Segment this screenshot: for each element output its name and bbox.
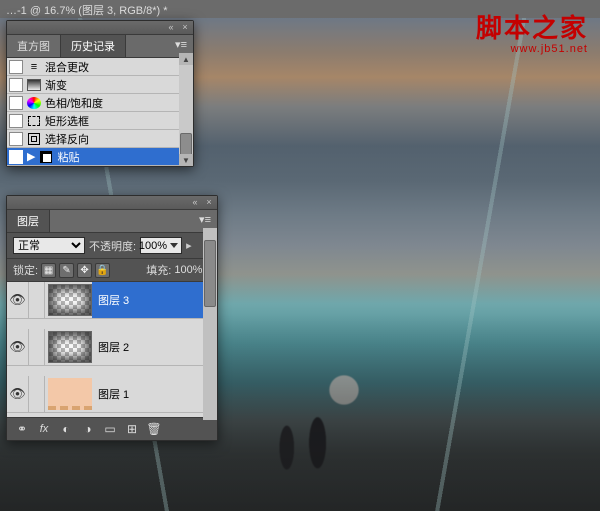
layer-thumbnail[interactable] bbox=[48, 331, 92, 363]
visibility-icon[interactable]: 👁 bbox=[7, 282, 29, 318]
collapse-icon[interactable]: « bbox=[166, 23, 176, 33]
collapse-icon[interactable]: « bbox=[190, 198, 200, 208]
history-item[interactable]: ≡ 混合更改 bbox=[7, 58, 193, 76]
layer-name[interactable]: 图层 1 bbox=[92, 386, 217, 402]
tab-layers[interactable]: 图层 bbox=[7, 210, 50, 232]
history-item-label: 色相/饱和度 bbox=[45, 95, 103, 111]
lock-move-icon[interactable]: ✥ bbox=[77, 263, 92, 278]
layer-row[interactable]: 👁 图层 1 bbox=[7, 376, 217, 413]
gradient-icon bbox=[27, 78, 41, 92]
tab-histogram[interactable]: 直方图 bbox=[7, 35, 61, 57]
history-item-label: 选择反向 bbox=[45, 131, 89, 147]
history-item[interactable]: 色相/饱和度 bbox=[7, 94, 193, 112]
layers-panel: « × 图层 ▾≡ 正常 不透明度: 100% ▸ 锁定: ▦ ✎ ✥ 🔒 填充… bbox=[6, 195, 218, 441]
history-titlebar[interactable]: « × bbox=[7, 21, 193, 35]
lock-paint-icon[interactable]: ✎ bbox=[59, 263, 74, 278]
blend-change-icon: ≡ bbox=[27, 60, 41, 74]
history-list[interactable]: ≡ 混合更改 渐变 色相/饱和度 矩形选框 选择反向 ▶ 粘贴 bbox=[7, 58, 193, 166]
layer-row[interactable]: 👁 图层 3 bbox=[7, 282, 217, 319]
layer-thumbnail[interactable] bbox=[48, 378, 92, 410]
watermark-text: 脚本之家 bbox=[476, 8, 588, 45]
history-item-label: 渐变 bbox=[45, 77, 67, 93]
close-icon[interactable]: × bbox=[204, 198, 214, 208]
tab-history[interactable]: 历史记录 bbox=[61, 35, 126, 57]
layer-thumbnail[interactable] bbox=[48, 284, 92, 316]
history-item-label: 混合更改 bbox=[45, 59, 89, 75]
new-layer-icon[interactable]: ⊞ bbox=[123, 421, 141, 437]
blend-mode-select[interactable]: 正常 bbox=[13, 237, 85, 254]
inverse-icon bbox=[27, 132, 41, 146]
layers-tabs: 图层 ▾≡ bbox=[7, 210, 217, 233]
layers-titlebar[interactable]: « × bbox=[7, 196, 217, 210]
paste-icon bbox=[39, 150, 53, 164]
mask-icon[interactable]: ◐ bbox=[57, 421, 75, 437]
fx-icon[interactable]: fx bbox=[35, 421, 53, 437]
layers-footer: ⚭ fx ◐ ◑ ▭ ⊞ 🗑 bbox=[7, 417, 217, 440]
history-item[interactable]: 选择反向 bbox=[7, 130, 193, 148]
history-panel: « × 直方图 历史记录 ▾≡ ≡ 混合更改 渐变 色相/饱和度 矩形选框 选择… bbox=[6, 20, 194, 167]
close-icon[interactable]: × bbox=[180, 23, 190, 33]
history-item-label: 矩形选框 bbox=[45, 113, 89, 129]
scroll-up-icon[interactable]: ▲ bbox=[179, 53, 193, 65]
scroll-thumb[interactable] bbox=[204, 240, 216, 307]
layer-list[interactable]: 👁 图层 3 👁 图层 2 👁 图层 1 bbox=[7, 282, 217, 417]
fill-value[interactable]: 100% bbox=[174, 264, 202, 276]
adjustment-icon[interactable]: ◑ bbox=[79, 421, 97, 437]
group-icon[interactable]: ▭ bbox=[101, 421, 119, 437]
brush-indicator-icon: ▶ bbox=[27, 150, 35, 163]
lock-all-icon[interactable]: 🔒 bbox=[95, 263, 110, 278]
lock-label: 锁定: bbox=[13, 262, 38, 278]
history-item[interactable]: ▶ 粘贴 bbox=[7, 148, 193, 166]
layer-options-row: 正常 不透明度: 100% ▸ bbox=[7, 233, 217, 259]
hue-sat-icon bbox=[27, 96, 41, 110]
link-layers-icon[interactable]: ⚭ bbox=[13, 421, 31, 437]
opacity-label: 不透明度: bbox=[89, 238, 136, 254]
lock-row: 锁定: ▦ ✎ ✥ 🔒 填充: 100% ▸ bbox=[7, 259, 217, 282]
visibility-icon[interactable]: 👁 bbox=[7, 329, 29, 365]
opacity-value[interactable]: 100% bbox=[140, 237, 182, 254]
scroll-down-icon[interactable]: ▼ bbox=[179, 154, 193, 166]
history-tabs: 直方图 历史记录 ▾≡ bbox=[7, 35, 193, 58]
history-scrollbar[interactable]: ▲ ▼ bbox=[179, 53, 193, 166]
fill-label: 填充: bbox=[146, 262, 171, 278]
delete-layer-icon[interactable]: 🗑 bbox=[145, 421, 163, 437]
layer-name[interactable]: 图层 3 bbox=[92, 292, 217, 308]
lock-transparent-icon[interactable]: ▦ bbox=[41, 263, 56, 278]
history-item[interactable]: 渐变 bbox=[7, 76, 193, 94]
history-item[interactable]: 矩形选框 bbox=[7, 112, 193, 130]
opacity-slider-icon[interactable]: ▸ bbox=[186, 239, 192, 252]
layer-name[interactable]: 图层 2 bbox=[92, 339, 217, 355]
watermark: 脚本之家 www.jb51.net bbox=[476, 8, 588, 55]
visibility-icon[interactable]: 👁 bbox=[7, 376, 29, 412]
layers-scrollbar[interactable] bbox=[203, 228, 217, 420]
marquee-icon bbox=[27, 114, 41, 128]
layer-row[interactable]: 👁 图层 2 bbox=[7, 329, 217, 366]
history-item-label: 粘贴 bbox=[57, 149, 79, 165]
